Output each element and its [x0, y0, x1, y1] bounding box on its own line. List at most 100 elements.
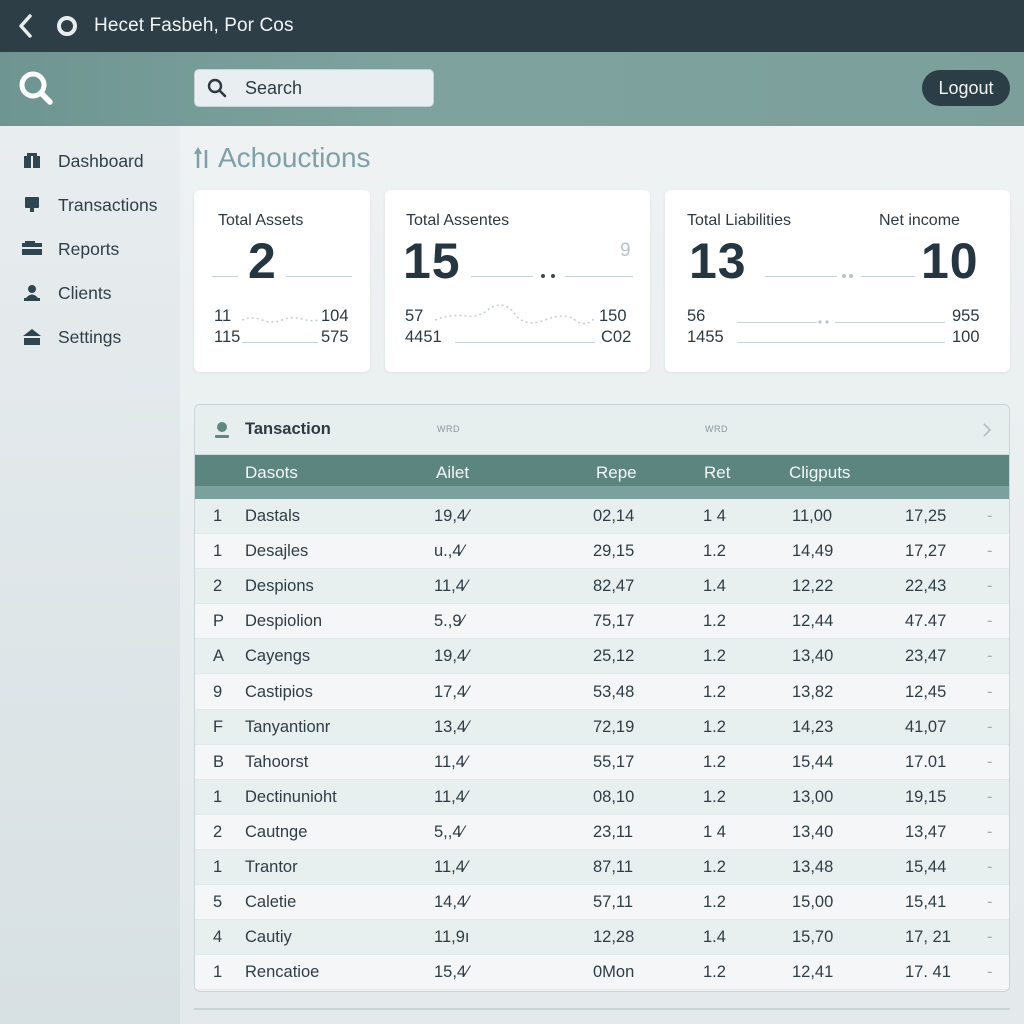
card-stat: 100	[952, 328, 980, 346]
table-cell: -	[987, 928, 993, 947]
table-cell: 1.2	[703, 893, 726, 912]
table-cell: 17,27	[905, 542, 947, 561]
dots-icon	[541, 274, 555, 278]
sort-arrows-icon	[194, 146, 212, 172]
table-cell: 13,82	[792, 682, 834, 701]
table-cell: Tanyantionr	[245, 717, 331, 736]
table-row[interactable]: 1 Rencatioe 15,4⁄ 0Mon 1.2 12,41 17. 41 -	[195, 955, 1009, 991]
sidebar-item-dashboard[interactable]: Dashboard	[0, 141, 180, 181]
card-stat: 150	[599, 307, 627, 325]
column-header[interactable]: Cligputs	[789, 463, 850, 483]
sidebar-item-settings[interactable]: Settings	[0, 317, 180, 357]
settings-icon	[22, 327, 42, 347]
column-header[interactable]: Repe	[596, 463, 637, 483]
total-liabilities-card: Total Liabilities Net income 13 10 56 95…	[665, 190, 1010, 372]
table-hint: WRD	[437, 424, 460, 434]
sidebar-item-reports[interactable]: Reports	[0, 229, 180, 269]
table-cell: 1	[213, 507, 223, 525]
title-bar: Hecet Fasbeh, Por Cos	[0, 0, 1024, 52]
table-cell: 1.2	[703, 752, 726, 771]
table-cell: 1	[213, 787, 223, 806]
table-cell: 2	[213, 577, 223, 596]
clients-icon	[22, 283, 42, 303]
sidebar-item-label: Settings	[58, 326, 122, 347]
table-cell: P	[213, 612, 225, 631]
table-cell: 11,4⁄	[434, 752, 468, 771]
column-header[interactable]: Ret	[704, 463, 730, 483]
table-cell: Rencatioe	[245, 963, 320, 982]
table-row[interactable]: 1 Desajles u.,4⁄ 29,15 1.2 14,49 17,27 -	[195, 534, 1009, 570]
table-row[interactable]: F Tanyantionr 13,4⁄ 72,19 1.2 14,23 41,07 -	[195, 709, 1009, 745]
table-cell: 12,41	[792, 963, 834, 982]
table-cell: 25,12	[593, 647, 635, 666]
table-cell: 17, 21	[905, 928, 951, 947]
sidebar-item-transactions[interactable]: Transactions	[0, 185, 180, 225]
app-header: Logout	[0, 52, 1024, 126]
table-cell: Castipios	[245, 682, 313, 701]
table-row[interactable]: 4 Cautiy 11,9ı 12,28 1.4 15,70 17, 21 -	[195, 920, 1009, 956]
user-icon	[213, 421, 231, 439]
table-row[interactable]: A Cayengs 19,4⁄ 25,12 1.2 13,40 23,47 -	[195, 639, 1009, 675]
table-row[interactable]: 1 Trantor 11,4⁄ 87,11 1.2 13,48 15,44 -	[195, 850, 1009, 885]
table-row[interactable]: 2 Cautnge 5,,4⁄ 23,11 1 4 13,40 13,47 -	[195, 814, 1009, 850]
search-icon[interactable]	[16, 68, 56, 108]
column-header[interactable]: Ailet	[436, 463, 469, 483]
table-cell: 1	[213, 858, 223, 876]
card-label: Total Assentes	[406, 212, 510, 229]
table-row[interactable]: B Tahoorst 11,4⁄ 55,17 1.2 15,44 17.01 -	[195, 744, 1009, 780]
table-cell: 1.4	[703, 577, 726, 596]
table-cell: 13,48	[792, 858, 834, 876]
table-cell: 11,4⁄	[434, 858, 468, 876]
card-value: 13	[689, 233, 747, 289]
table-cell: 1 4	[703, 507, 726, 525]
logout-button[interactable]: Logout	[922, 70, 1010, 106]
dashboard-icon	[22, 151, 42, 171]
table-cell: 17,4⁄	[434, 682, 469, 701]
table-row[interactable]: 2 Despions 11,4⁄ 82,47 1.4 12,22 22,43 -	[195, 569, 1009, 605]
table-cell: 12,28	[593, 928, 635, 947]
table-cell: 1.2	[703, 612, 726, 631]
search-input[interactable]	[245, 77, 415, 99]
table-cell: 11,00	[792, 507, 833, 525]
table-cell: -	[987, 752, 993, 771]
table-cell: u.,4⁄	[434, 542, 465, 561]
table-cell: 1.2	[703, 542, 726, 561]
table-cell: -	[987, 507, 993, 525]
table-cell: -	[987, 822, 993, 841]
table-cell: 19,4⁄	[434, 647, 469, 666]
record-circle-icon[interactable]	[54, 13, 80, 39]
table-row[interactable]: 1 Dastals 19,4⁄ 02,14 1 4 11,00 17,25 -	[195, 499, 1009, 534]
search-box[interactable]	[194, 69, 434, 107]
table-cell: 1.2	[703, 647, 726, 666]
table-cell: Tahoorst	[245, 752, 309, 771]
table-header: Dasots Ailet Repe Ret Cligputs	[195, 455, 1009, 499]
table-cell: 19,4⁄	[434, 507, 469, 525]
sidebar-item-clients[interactable]: Clients	[0, 273, 180, 313]
card-stat: 955	[952, 307, 980, 325]
column-header[interactable]: Dasots	[245, 463, 298, 483]
table-cell: 23,47	[905, 647, 947, 666]
chevron-right-icon[interactable]	[981, 421, 993, 439]
table-cell: Trantor	[245, 858, 298, 876]
table-row[interactable]: P Despiolion 5.,9⁄ 75,17 1.2 12,44 47.47 -	[195, 604, 1009, 640]
table-row[interactable]: 1 Dectinunioht 11,4⁄ 08,10 1.2 13,00 19,15 -	[195, 779, 1009, 815]
table-cell: 14,4⁄	[434, 893, 469, 912]
table-cell: 1	[213, 963, 223, 982]
table-cell: F	[213, 717, 224, 736]
table-cell: 72,19	[593, 717, 635, 736]
table-cell: 75,17	[593, 612, 635, 631]
back-arrow-icon[interactable]	[14, 13, 40, 39]
table-cell: 1.2	[703, 682, 726, 701]
table-cell: 17. 41	[905, 963, 951, 982]
table-cell: -	[987, 542, 993, 561]
table-cell: 15,41	[905, 893, 947, 912]
table-cell: 23,11	[593, 822, 634, 841]
table-title: Tansaction	[245, 420, 331, 438]
divider	[286, 276, 352, 277]
divider	[455, 342, 595, 343]
sidebar: Dashboard Transactions Reports Clients S…	[0, 126, 180, 1024]
table-cell: 1 4	[703, 822, 726, 841]
table-cell: 11,4⁄	[434, 577, 468, 596]
table-row[interactable]: 9 Castipios 17,4⁄ 53,48 1.2 13,82 12,45 -	[195, 674, 1009, 710]
table-row[interactable]: 5 Caletie 14,4⁄ 57,11 1.2 15,00 15,41 -	[195, 885, 1009, 921]
